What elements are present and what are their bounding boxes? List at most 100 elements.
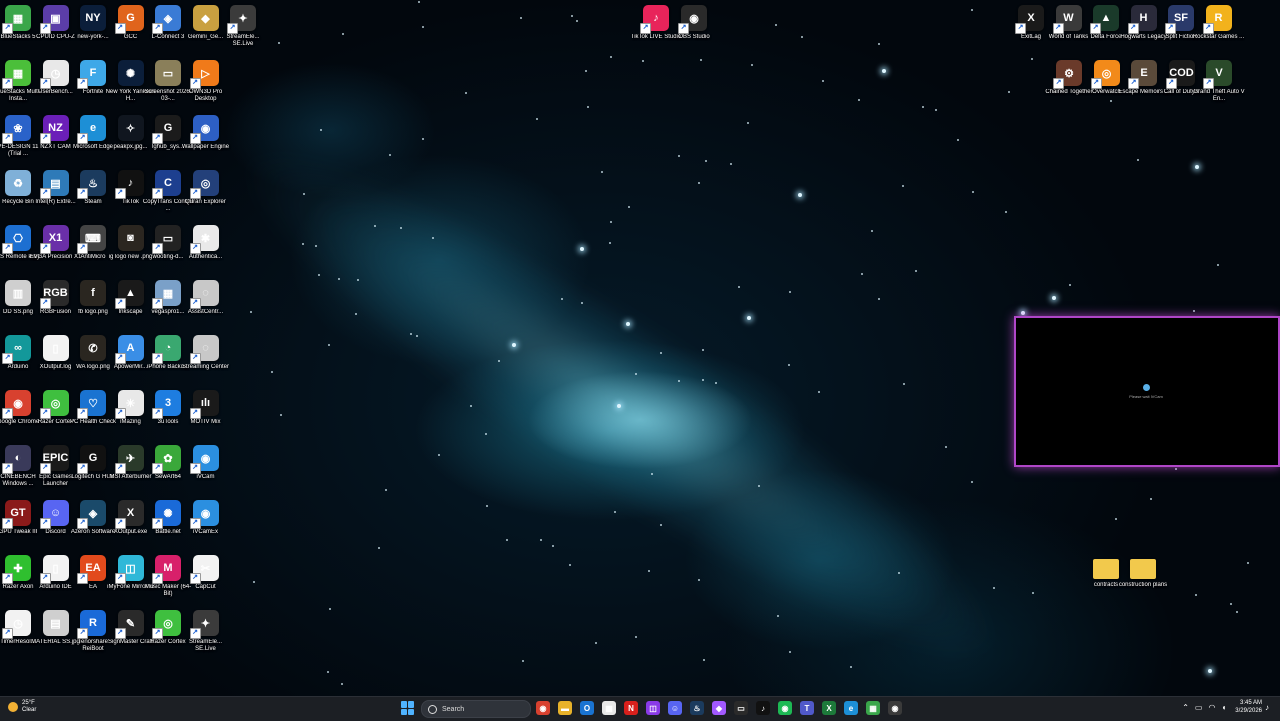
taskbar-bluestacks-icon[interactable]: ▦ xyxy=(866,701,880,715)
desktop-icon-new-york[interactable]: NY new-york-... xyxy=(74,2,112,56)
volume-icon[interactable]: ◖ xyxy=(1221,703,1226,712)
desktop-icon-timerresol[interactable]: ◷ ↗ TimerResol... xyxy=(0,607,37,661)
desktop-icon-bluestacks-multi-insta[interactable]: ▦↗BlueStacks Multi-Insta... xyxy=(0,57,41,111)
desktop-icon-steam[interactable]: ♨ ↗ Steam xyxy=(74,167,112,221)
desktop-icon-pc-health-check[interactable]: ♡ ↗ PC Health Check xyxy=(70,387,116,441)
folder-construction-plans[interactable]: construction plans xyxy=(1119,552,1167,606)
desktop-icon-obs-studio[interactable]: ◉ ↗ OBS Studio xyxy=(675,2,713,56)
desktop-icon-world-of-tanks[interactable]: W ↗ World of Tanks xyxy=(1049,2,1088,56)
taskbar-excel-icon[interactable]: X xyxy=(822,701,836,715)
start-button[interactable] xyxy=(401,701,415,715)
desktop-icon-tenorshare-reiboot[interactable]: R ↗ Tenorshare ReiBoot xyxy=(74,607,112,661)
desktop-icon-apowermir[interactable]: A ↗ ApowerMir... xyxy=(112,332,150,386)
desktop-icon-microsoft-edge[interactable]: e ↗ Microsoft Edge xyxy=(73,112,113,166)
desktop-icon-vegaspro1[interactable]: ▦ ↗ vegaspro1... xyxy=(149,277,187,331)
desktop-icon-delta-force[interactable]: ▲ ↗ Delta Force xyxy=(1087,2,1125,56)
desktop-icon-razer-cortex[interactable]: ◎ ↗ Razer Cortex xyxy=(37,387,75,441)
taskbar-twitch-icon[interactable]: ◫ xyxy=(646,701,660,715)
desktop-icon-peakpx-jpg[interactable]: ✧ peakpx.jpg... xyxy=(112,112,150,166)
desktop-icon-arduino-ide[interactable]: ▯ ↗ Arduino IDE xyxy=(37,552,75,606)
desktop-icon-own3d-pro-desktop[interactable]: ▷ ↗ OWN3D Pro Desktop xyxy=(187,57,225,111)
desktop-icon-streamele-se-live[interactable]: ✦ ↗ StreamEle... SE.Live xyxy=(224,2,262,56)
desktop-icon-google-chrome[interactable]: ◉ ↗ Google Chrome xyxy=(0,387,39,441)
taskbar-teams-icon[interactable]: T xyxy=(800,701,814,715)
chevron-up-icon[interactable]: ⌃ xyxy=(1182,703,1189,712)
desktop-icon-streaming-center[interactable]: ◌ ↗ Streaming Center xyxy=(182,332,229,386)
desktop-icon-ea[interactable]: EA ↗ EA xyxy=(74,552,112,606)
desktop-icon-dd-ss-png[interactable]: ▥ DD SS.png xyxy=(0,277,37,331)
desktop-icon-tiktok-live-studio[interactable]: ♪ ↗ TikTok LIVE Studio xyxy=(631,2,681,56)
desktop-icon-imazing[interactable]: ✳ ↗ iMazing xyxy=(112,387,150,441)
desktop-icon-discord[interactable]: ☺ ↗ Discord xyxy=(37,497,75,551)
desktop-icon-rgbfusion[interactable]: RGB ↗ RGBFusion xyxy=(37,277,75,331)
desktop-icon-razer-axon[interactable]: ✚ ↗ Razer Axon xyxy=(0,552,37,606)
folder-contracts[interactable]: contracts xyxy=(1087,552,1125,606)
desktop-icon-epic-games-launcher[interactable]: EPIC ↗ Epic Games Launcher xyxy=(37,442,75,496)
desktop-icon-wallpaper-engine[interactable]: ◉ ↗ Wallpaper Engine xyxy=(182,112,229,166)
desktop-icon-wooting-d[interactable]: ▭ ↗ wooting-d... xyxy=(149,222,187,276)
desktop-icon-assistcentr[interactable]: ◌ ↗ AssistCentr... xyxy=(187,277,225,331)
desktop-icon-hogwarts-legacy[interactable]: H ↗ Hogwarts Legacy xyxy=(1120,2,1167,56)
desktop-icon-gpu-tweak-iii[interactable]: GT ↗ GPU Tweak III xyxy=(0,497,37,551)
desktop-icon-inkscape[interactable]: ▲ ↗ Inkscape xyxy=(112,277,150,331)
desktop-icon-signmaster-craft[interactable]: ✎ ↗ SignMaster Craft xyxy=(108,607,153,661)
taskbar-chrome-icon[interactable]: ◉ xyxy=(536,701,550,715)
taskbar-obs-icon[interactable]: ◉ xyxy=(888,701,902,715)
desktop-icon-lghub-sys[interactable]: G ↗ lghub_sys... xyxy=(149,112,187,166)
taskbar-discord-icon[interactable]: ☺ xyxy=(668,701,682,715)
weather-widget[interactable]: 25°F Clear xyxy=(8,700,36,714)
desktop-icon-3utools[interactable]: 3 ↗ 3uTools xyxy=(149,387,187,441)
desktop-icon-copytrans-control[interactable]: C ↗ CopyTrans Control ... xyxy=(143,167,193,221)
desktop-icon-rockstar-games[interactable]: R ↗ Rockstar Games ... xyxy=(1193,2,1244,56)
desktop-icon-xoutput-log[interactable]: ▯ XOutput.log xyxy=(37,332,75,386)
desktop-icon-evga-precision-x1[interactable]: X1 ↗ EVGA Precision X1 xyxy=(30,222,81,276)
ivcam-preview-window[interactable]: Please wait iVCam xyxy=(1014,316,1280,467)
desktop-icon-nzxt-cam[interactable]: NZ ↗ NZXT CAM xyxy=(37,112,75,166)
desktop-icon-cpuid-cpu-z[interactable]: ▣ ↗ CPUID CPU-Z xyxy=(36,2,75,56)
desktop-icon-xoutput-exe[interactable]: X ↗ XOutput.exe xyxy=(112,497,150,551)
desktop-icon-capcut[interactable]: ✂ ↗ CapCut xyxy=(187,552,225,606)
desktop-icon-motiv-mix[interactable]: ılı ↗ MOTIV Mix xyxy=(187,387,225,441)
desktop-icon-bluestacks-5[interactable]: ▦ ↗ BlueStacks 5 xyxy=(0,2,37,56)
network-icon[interactable]: ▭ xyxy=(1195,703,1203,712)
desktop-icon-authentica[interactable]: ✱ ↗ Authentica... xyxy=(187,222,225,276)
taskbar-edge-icon[interactable]: e xyxy=(844,701,858,715)
desktop-icon-gcc[interactable]: G ↗ GCC xyxy=(112,2,150,56)
desktop-icon-grand-theft-auto-v-en[interactable]: V ↗ Grand Theft Auto V En... xyxy=(1193,57,1245,111)
desktop-icon-ps-remote-play[interactable]: ⎔ ↗ PS Remote Play xyxy=(0,222,40,276)
taskbar-figma-icon[interactable]: ◆ xyxy=(712,701,726,715)
desktop-icon-music-maker-64-bit[interactable]: M ↗ Music Maker (64-Bit) xyxy=(145,552,191,606)
desktop-icon-msi-afterburner[interactable]: ✈ ↗ MSI Afterburner xyxy=(109,442,152,496)
desktop-icon-streamele-se-live[interactable]: ✦ ↗ StreamEle... SE.Live xyxy=(187,607,225,661)
desktop-icon-arduino[interactable]: ∞ ↗ Arduino xyxy=(0,332,37,386)
taskbar-calendar-icon[interactable]: ▦ xyxy=(602,701,616,715)
desktop-icon-recycle-bin[interactable]: ♻ Recycle Bin xyxy=(0,167,37,221)
desktop-icon-fb-logo-png[interactable]: f fb logo.png xyxy=(74,277,112,331)
desktop-icon-pe-design-11-trial[interactable]: ❀ ↗ PE-DESIGN 11 (Trial ... xyxy=(0,112,38,166)
desktop-icon-quran-explorer[interactable]: ◎ ↗ Quran Explorer xyxy=(185,167,226,221)
desktop-icon-wa-logo-png[interactable]: ✆ WA logo.png xyxy=(74,332,112,386)
taskbar-file-explorer-icon[interactable]: ▬ xyxy=(558,701,572,715)
desktop-icon-chained-together[interactable]: ⚙ ↗ Chained Together xyxy=(1045,57,1093,111)
desktop-icon-antimicro[interactable]: ⌨ ↗ AntiMicro xyxy=(74,222,112,276)
desktop-icon-logitech-g-hub[interactable]: G ↗ Logitech G HUB xyxy=(71,442,115,496)
taskbar-search-box[interactable]: Search xyxy=(421,700,531,718)
desktop-icon-split-fiction[interactable]: SF ↗ Split Fiction xyxy=(1162,2,1200,56)
desktop-icon-intel-r-extre[interactable]: ▤ ↗ Intel(R) Extre... xyxy=(35,167,76,221)
notification-bell-icon[interactable]: ♪ xyxy=(1265,703,1269,712)
clock[interactable]: 3:45 AM 3/29/2026 xyxy=(1235,699,1262,715)
desktop-icon-iphone-backu[interactable]: ◔ ↗ iPhone Backu... xyxy=(147,332,189,386)
taskbar-outlook-icon[interactable]: O xyxy=(580,701,594,715)
taskbar-spotify-icon[interactable]: ◉ xyxy=(778,701,792,715)
desktop-icon-overwatch[interactable]: ◎ ↗ Overwatch xyxy=(1088,57,1126,111)
desktop-icon-escape-memoirs[interactable]: E ↗ Escape Memoirs ... xyxy=(1118,57,1170,111)
desktop-icon-exitlag[interactable]: X ↗ ExitLag xyxy=(1012,2,1050,56)
desktop-icon-l-connect-3[interactable]: ◈ ↗ L-Connect 3 xyxy=(149,2,187,56)
desktop-icon-userbench[interactable]: ◷ ↗ UserBench... xyxy=(37,57,75,111)
taskbar-terminal-icon[interactable]: ▭ xyxy=(734,701,748,715)
desktop-icon-sewart64[interactable]: ✿ ↗ SewArt64 xyxy=(149,442,187,496)
desktop-icon-ivcam[interactable]: ◉ ↗ iVCam xyxy=(187,442,225,496)
taskbar-netflix-icon[interactable]: N xyxy=(624,701,638,715)
desktop-icon-azeron-software[interactable]: ◈ ↗ Azeron Software xyxy=(71,497,115,551)
taskbar-steam-icon[interactable]: ♨ xyxy=(690,701,704,715)
